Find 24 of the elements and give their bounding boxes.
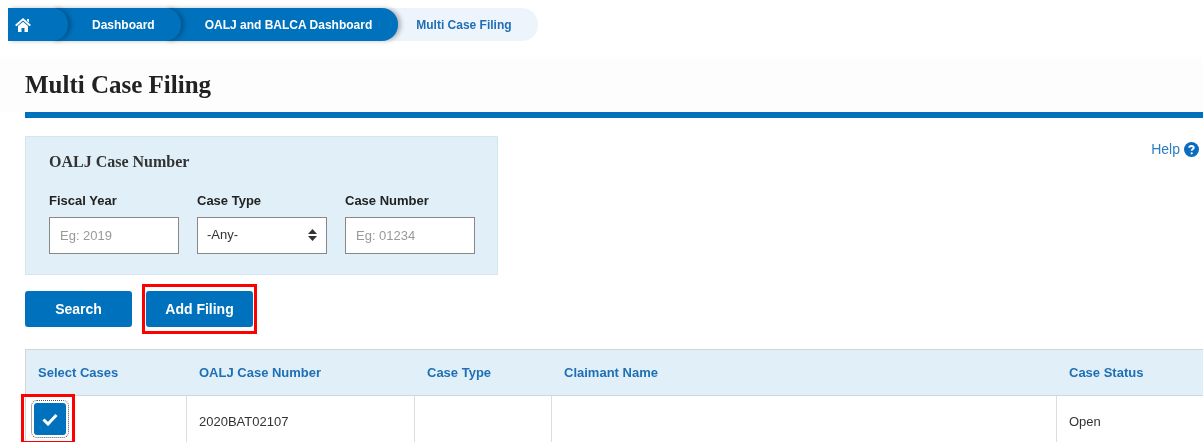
action-button[interactable]: Search — [25, 291, 132, 327]
column-header: OALJ Case Number — [199, 363, 322, 382]
table-cell: 2020BAT02107 — [199, 414, 289, 429]
column-header: Case Type — [427, 363, 492, 382]
help-link[interactable]: Help — [1151, 139, 1199, 159]
check-icon — [42, 412, 58, 426]
page-title: Multi Case Filing — [25, 69, 212, 100]
home-link[interactable] — [8, 8, 68, 41]
field-label: Case Number — [345, 192, 429, 210]
table-cell: Open — [1069, 414, 1101, 429]
sort-icon — [308, 229, 317, 241]
action-button[interactable]: Add Filing — [146, 291, 253, 327]
help-icon — [1184, 141, 1199, 157]
field-label: Fiscal Year — [49, 192, 117, 210]
panel-title: OALJ Case Number — [49, 152, 190, 172]
field-label: Case Type — [197, 192, 262, 210]
text-field[interactable]: Eg: 2019 — [49, 216, 179, 254]
column-header: Case Status — [1069, 363, 1144, 382]
case-type-select[interactable]: -Any- — [197, 216, 327, 254]
column-header: Select Cases — [38, 363, 119, 382]
text-field[interactable]: Eg: 01234 — [345, 216, 475, 254]
column-header: Claimant Name — [564, 363, 658, 382]
home-icon — [14, 16, 32, 33]
select-checkbox[interactable] — [34, 403, 66, 435]
